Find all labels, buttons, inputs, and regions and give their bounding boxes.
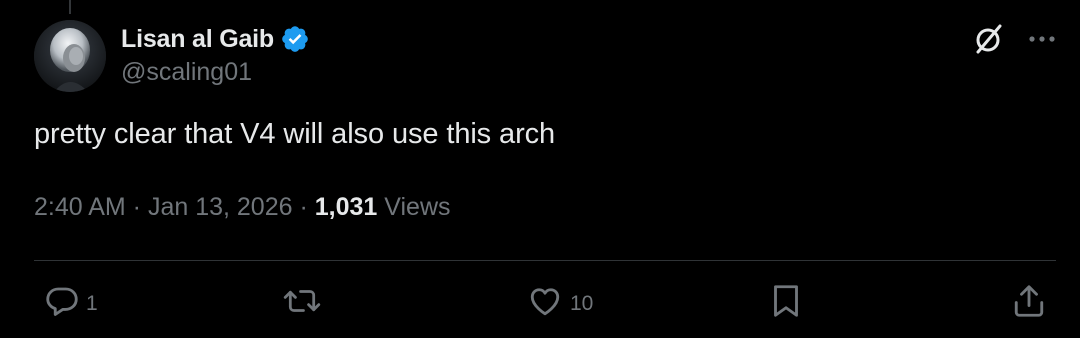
like-count: 10 [570,292,594,315]
author-display-name[interactable]: Lisan al Gaib [121,25,274,54]
views-label[interactable]: Views [377,193,450,221]
reply-count: 1 [86,292,98,315]
heart-icon [526,283,564,325]
share-icon [1012,283,1046,325]
author-info: Lisan al Gaib @scaling01 [121,22,310,87]
action-divider [34,260,1056,261]
tweet-meta: 2:40 AM · Jan 13, 2026 · 1,031 Views [34,193,451,222]
verified-badge-icon[interactable] [280,24,310,54]
reply-button[interactable]: 1 [44,283,98,325]
bookmark-icon [770,283,802,325]
share-button[interactable] [1012,283,1046,325]
views-count[interactable]: 1,031 [315,193,378,221]
repost-icon [283,283,321,325]
tweet-time[interactable]: 2:40 AM [34,193,126,221]
author-handle[interactable]: @scaling01 [121,58,310,87]
meta-separator: · [125,193,148,221]
avatar-image [34,20,106,92]
repost-button[interactable] [283,283,327,325]
like-button[interactable]: 10 [526,283,593,325]
grok-icon[interactable] [972,22,1006,56]
tweet-date[interactable]: Jan 13, 2026 [148,193,293,221]
meta-separator: · [292,193,315,221]
author-name-row: Lisan al Gaib [121,22,310,56]
bookmark-button[interactable] [770,283,802,325]
avatar[interactable] [34,20,106,92]
tweet-text: pretty clear that V4 will also use this … [34,118,556,150]
more-horizontal-icon[interactable] [1028,34,1056,44]
thread-connector-line [69,0,71,14]
tweet-top-actions [972,22,1056,56]
reply-icon [44,283,80,325]
